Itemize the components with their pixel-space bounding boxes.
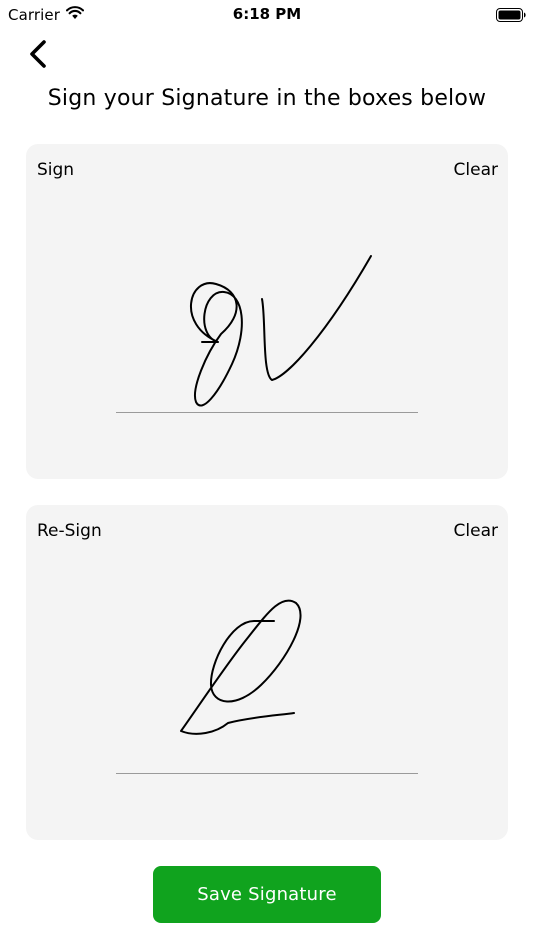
signature-screen: Carrier 6:18 PM Sign your Signature in t…: [0, 0, 534, 950]
signature-baseline: [116, 412, 418, 413]
status-bar: Carrier 6:18 PM: [0, 0, 534, 30]
sign-panel[interactable]: Sign Clear: [26, 144, 508, 479]
page-title: Sign your Signature in the boxes below: [47, 86, 487, 111]
status-time: 6:18 PM: [232, 5, 302, 23]
signature-stroke: [190, 255, 372, 407]
back-button[interactable]: [24, 36, 56, 72]
save-signature-button[interactable]: Save Signature: [153, 866, 381, 923]
battery-icon: [496, 7, 526, 22]
resign-baseline: [116, 773, 418, 774]
chevron-left-icon: [30, 40, 46, 68]
resign-panel[interactable]: Re-Sign Clear: [26, 505, 508, 840]
resign-signature-stroke: [180, 599, 302, 735]
